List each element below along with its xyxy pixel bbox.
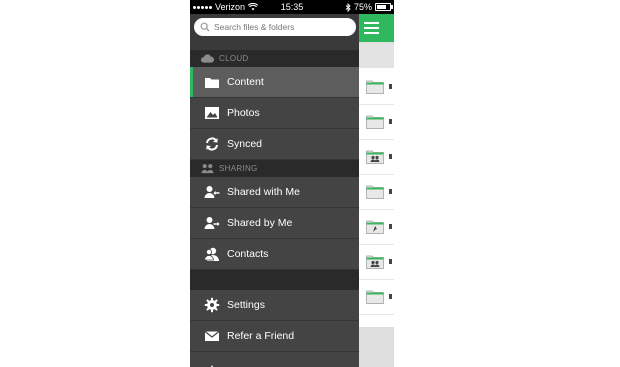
menu-item-label: Shared by Me bbox=[227, 217, 293, 229]
user-outgoing-icon bbox=[204, 217, 220, 229]
menu-item-label: Refer a Friend bbox=[227, 330, 295, 342]
search-field[interactable] bbox=[194, 18, 356, 36]
row-text-edge bbox=[389, 259, 392, 264]
file-row[interactable] bbox=[359, 210, 394, 245]
battery-percent: 75% bbox=[353, 2, 372, 12]
status-bar: Verizon 15:35 75% bbox=[190, 0, 394, 14]
phone-screen: Verizon 15:35 75% CLOUD Content Ph bbox=[190, 0, 394, 367]
menu-item-label: Photos bbox=[227, 107, 260, 119]
menu-item-shared-by-me[interactable]: Shared by Me bbox=[190, 208, 359, 239]
menu-icon[interactable] bbox=[364, 22, 379, 34]
menu-item-label: Shared with Me bbox=[227, 186, 300, 198]
menu-item-label: Settings bbox=[227, 299, 265, 311]
folder-icon bbox=[366, 290, 384, 304]
menu-item-label: Content bbox=[227, 76, 264, 88]
envelope-icon bbox=[204, 331, 220, 341]
list-header bbox=[359, 42, 394, 68]
user-incoming-icon bbox=[204, 186, 220, 198]
row-text-edge bbox=[389, 189, 392, 194]
menu-divider bbox=[190, 270, 359, 290]
sharing-section-header: SHARING bbox=[190, 160, 359, 177]
folder-icon bbox=[366, 80, 384, 94]
partial-icon bbox=[211, 365, 213, 367]
shared-folder-icon bbox=[366, 150, 384, 164]
menu-item-synced[interactable]: Synced bbox=[190, 129, 359, 160]
sync-icon bbox=[206, 137, 218, 151]
menu-item-label: Contacts bbox=[227, 248, 269, 260]
file-row[interactable] bbox=[359, 140, 394, 175]
cloud-icon bbox=[201, 54, 214, 63]
battery-icon bbox=[375, 3, 393, 11]
menu-item-partial[interactable] bbox=[190, 352, 359, 367]
folder-icon bbox=[366, 185, 384, 199]
file-row[interactable] bbox=[359, 175, 394, 210]
file-row[interactable] bbox=[359, 70, 394, 105]
folder-icon bbox=[366, 115, 384, 129]
menu-item-shared-with-me[interactable]: Shared with Me bbox=[190, 177, 359, 208]
file-row[interactable] bbox=[359, 280, 394, 315]
bluetooth-icon bbox=[345, 2, 351, 12]
sharing-header-label: SHARING bbox=[219, 164, 258, 173]
search-bar bbox=[190, 14, 359, 50]
file-row[interactable] bbox=[359, 245, 394, 280]
top-bar bbox=[359, 14, 394, 42]
menu-item-content[interactable]: Content bbox=[190, 67, 359, 98]
side-menu: CLOUD Content Photos Synced SHARING Shar… bbox=[190, 14, 359, 367]
shared-folder-icon bbox=[366, 255, 384, 269]
menu-item-label: Synced bbox=[227, 138, 263, 150]
search-icon bbox=[200, 22, 210, 32]
menu-item-settings[interactable]: Settings bbox=[190, 290, 359, 321]
file-list-panel bbox=[359, 14, 394, 367]
file-row[interactable] bbox=[359, 105, 394, 140]
menu-item-photos[interactable]: Photos bbox=[190, 98, 359, 129]
folder-icon bbox=[205, 78, 219, 88]
cloud-section-header: CLOUD bbox=[190, 50, 359, 67]
contacts-icon bbox=[204, 247, 219, 261]
row-text-edge bbox=[389, 294, 392, 299]
menu-item-contacts[interactable]: Contacts bbox=[190, 239, 359, 270]
cloud-header-label: CLOUD bbox=[219, 54, 249, 63]
photo-icon bbox=[205, 107, 219, 119]
row-text-edge bbox=[389, 119, 392, 124]
gear-icon bbox=[204, 297, 220, 313]
row-text-edge bbox=[389, 84, 392, 89]
menu-item-refer-a-friend[interactable]: Refer a Friend bbox=[190, 321, 359, 352]
list-footer bbox=[359, 327, 394, 367]
people-icon bbox=[201, 164, 214, 174]
search-input[interactable] bbox=[214, 22, 344, 32]
special-folder-icon bbox=[366, 220, 384, 234]
row-text-edge bbox=[389, 224, 392, 229]
row-text-edge bbox=[389, 154, 392, 159]
